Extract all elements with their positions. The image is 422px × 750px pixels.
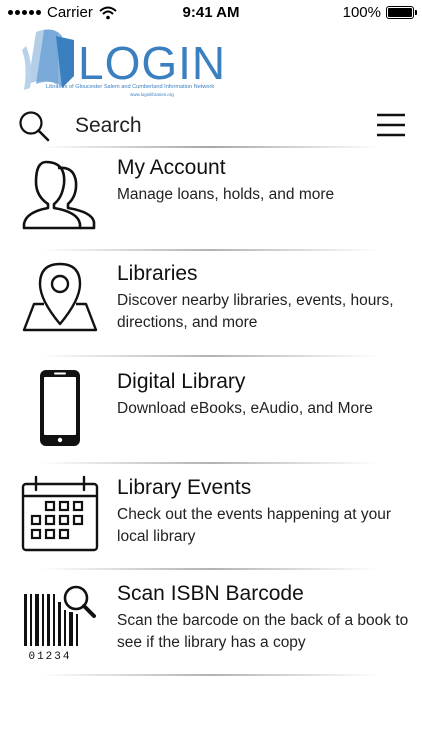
users-icon	[22, 160, 96, 230]
menu-item-title: My Account	[117, 156, 226, 179]
menu-item-description: Scan the barcode on the back of a book t…	[117, 612, 409, 651]
divider	[40, 674, 380, 676]
menu-item-text: Library Events Check out the events happ…	[117, 476, 412, 548]
menu-item-title: Libraries	[117, 262, 198, 285]
phone-icon	[40, 370, 80, 446]
search-icon[interactable]	[18, 110, 50, 142]
menu-item-digital-library[interactable]: Digital Library Download eBooks, eAudio,…	[0, 364, 422, 464]
divider	[40, 462, 380, 464]
logo-url: www.loginlibraries.org	[130, 92, 174, 97]
barcode-icon: 01234	[24, 585, 96, 660]
status-right: 100%	[342, 4, 417, 21]
logo-word: LOGIN	[78, 37, 227, 89]
menu-item-title: Digital Library	[117, 370, 246, 393]
menu-item-text: My Account Manage loans, holds, and more	[117, 156, 412, 206]
calendar-icon	[21, 475, 99, 552]
menu-item-title: Library Events	[117, 476, 252, 499]
menu-item-description: Discover nearby libraries, events, hours…	[117, 292, 394, 331]
menu-item-title: Scan ISBN Barcode	[117, 582, 304, 605]
menu-item-libraries[interactable]: Libraries Discover nearby libraries, eve…	[0, 256, 422, 356]
menu-item-description: Check out the events happening at your l…	[117, 506, 392, 545]
login-logo: LOGIN Libraries of Gloucester Salem and …	[22, 26, 232, 104]
menu-item-scan-isbn-barcode[interactable]: 01234 Scan ISBN Barcode Scan the barcode…	[0, 576, 422, 676]
menu-item-text: Libraries Discover nearby libraries, eve…	[117, 262, 412, 334]
app-screen: Carrier 9:41 AM 100% LOGIN Libraries of …	[0, 0, 422, 750]
battery-icon	[386, 6, 417, 19]
battery-percent: 100%	[342, 4, 381, 21]
map-pin-icon	[22, 262, 98, 332]
menu-item-description: Manage loans, holds, and more	[117, 186, 335, 203]
search-input[interactable]: Search	[75, 114, 142, 138]
search-bar[interactable]: Search	[0, 104, 422, 148]
menu-item-text: Scan ISBN Barcode Scan the barcode on th…	[117, 582, 412, 654]
divider	[40, 568, 380, 570]
menu-item-library-events[interactable]: Library Events Check out the events happ…	[0, 470, 422, 570]
menu-item-text: Digital Library Download eBooks, eAudio,…	[117, 370, 412, 420]
logo-tagline: Libraries of Gloucester Salem and Cumber…	[46, 84, 215, 90]
status-bar: Carrier 9:41 AM 100%	[0, 0, 422, 26]
barcode-digits: 01234	[28, 651, 71, 660]
menu-item-my-account[interactable]: My Account Manage loans, holds, and more	[0, 150, 422, 250]
menu-item-description: Download eBooks, eAudio, and More	[117, 400, 373, 417]
hamburger-menu-icon[interactable]	[376, 112, 406, 138]
search-divider	[40, 146, 380, 148]
divider	[40, 355, 380, 357]
divider	[40, 249, 380, 251]
